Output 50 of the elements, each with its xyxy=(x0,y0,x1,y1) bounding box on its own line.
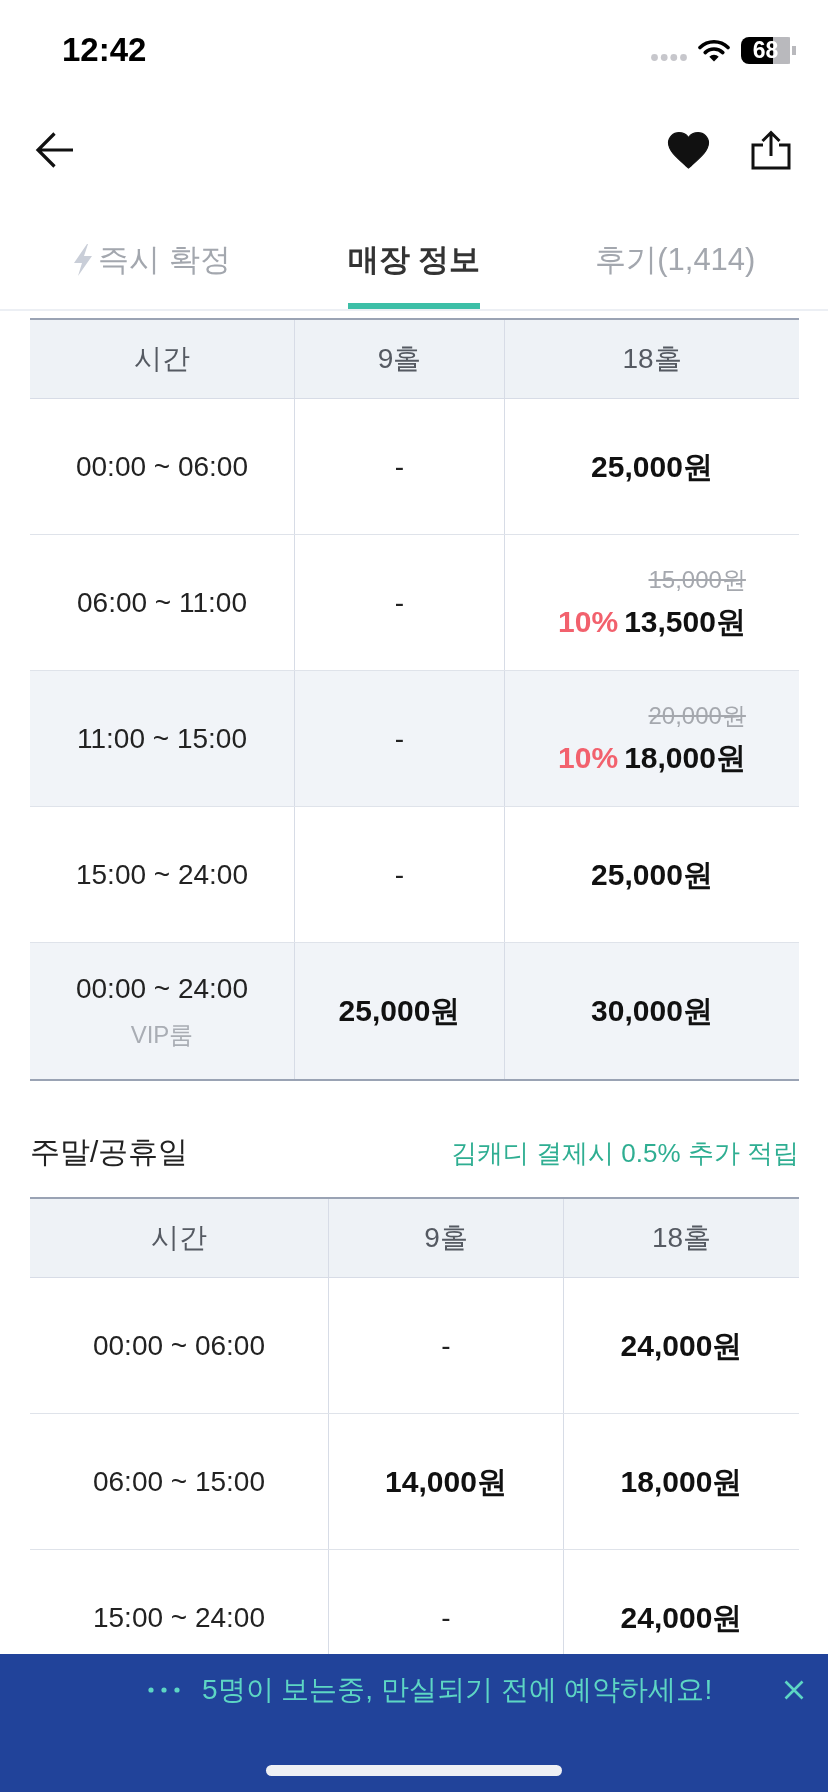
banner-message: 5명이 보는중, 만실되기 전에 예약하세요! xyxy=(202,1674,713,1706)
reward-note: 김캐디 결제시 0.5% 추가 적립 xyxy=(450,1137,799,1170)
time-range: 00:00 ~ 24:00 xyxy=(75,972,248,1006)
sale-price: 13,500원 xyxy=(624,604,746,640)
time-range: 15:00 ~ 24:00 xyxy=(92,1601,265,1635)
column-header: 9홀 xyxy=(424,1221,468,1255)
column-header: 시간 xyxy=(151,1221,207,1255)
time-range: 00:00 ~ 06:00 xyxy=(92,1328,265,1363)
no-price-text: - xyxy=(441,1601,451,1635)
status-time: 12:42 xyxy=(62,30,147,70)
tab[interactable]: 즉시 확정 xyxy=(74,200,231,309)
original-price: 15,000원 xyxy=(648,565,746,595)
back-arrow-icon xyxy=(35,131,75,169)
original-price: 20,000원 xyxy=(648,701,746,731)
time-range: 06:00 ~ 15:00 xyxy=(92,1464,265,1499)
signal-icon xyxy=(651,53,687,61)
section-title: 주말/공휴일 xyxy=(30,1134,189,1170)
price: 25,000원 xyxy=(591,448,713,485)
no-price-text: - xyxy=(441,1328,451,1363)
price: 25,000원 xyxy=(591,856,713,893)
close-icon xyxy=(784,1680,804,1700)
price: 14,000원 xyxy=(385,1463,507,1500)
no-price-text: - xyxy=(394,721,405,756)
no-price-text: - xyxy=(394,857,405,892)
sale-price: 18,000원 xyxy=(624,740,746,776)
wifi-icon xyxy=(698,38,730,62)
time-range: 11:00 ~ 15:00 xyxy=(77,721,247,756)
room-note: VIP룸 xyxy=(130,1020,194,1050)
discount-rate: 10% xyxy=(558,604,619,640)
price: 30,000원 xyxy=(591,993,713,1029)
share-icon xyxy=(751,130,791,170)
no-price-text: - xyxy=(394,585,405,620)
column-header: 18홀 xyxy=(651,1221,712,1255)
discount-rate: 10% xyxy=(558,740,619,776)
price: 25,000원 xyxy=(338,993,461,1029)
close-button[interactable] xyxy=(782,1678,806,1702)
price: 18,000원 xyxy=(620,1463,743,1500)
no-price-text: - xyxy=(394,449,405,484)
price: 24,000원 xyxy=(620,1327,743,1364)
time-range: 06:00 ~ 11:00 xyxy=(77,585,247,620)
lightning-icon xyxy=(74,244,93,276)
column-header: 시간 xyxy=(134,342,190,376)
tab[interactable]: 매장 정보 xyxy=(347,200,481,309)
column-header: 18홀 xyxy=(622,342,682,376)
time-range: 15:00 ~ 24:00 xyxy=(75,857,248,892)
price: 24,000원 xyxy=(620,1600,743,1636)
tab[interactable]: 후기(1,414) xyxy=(595,200,756,309)
time-range: 00:00 ~ 06:00 xyxy=(75,449,248,484)
three-dots-icon xyxy=(148,1687,180,1693)
column-header: 9홀 xyxy=(377,342,422,376)
